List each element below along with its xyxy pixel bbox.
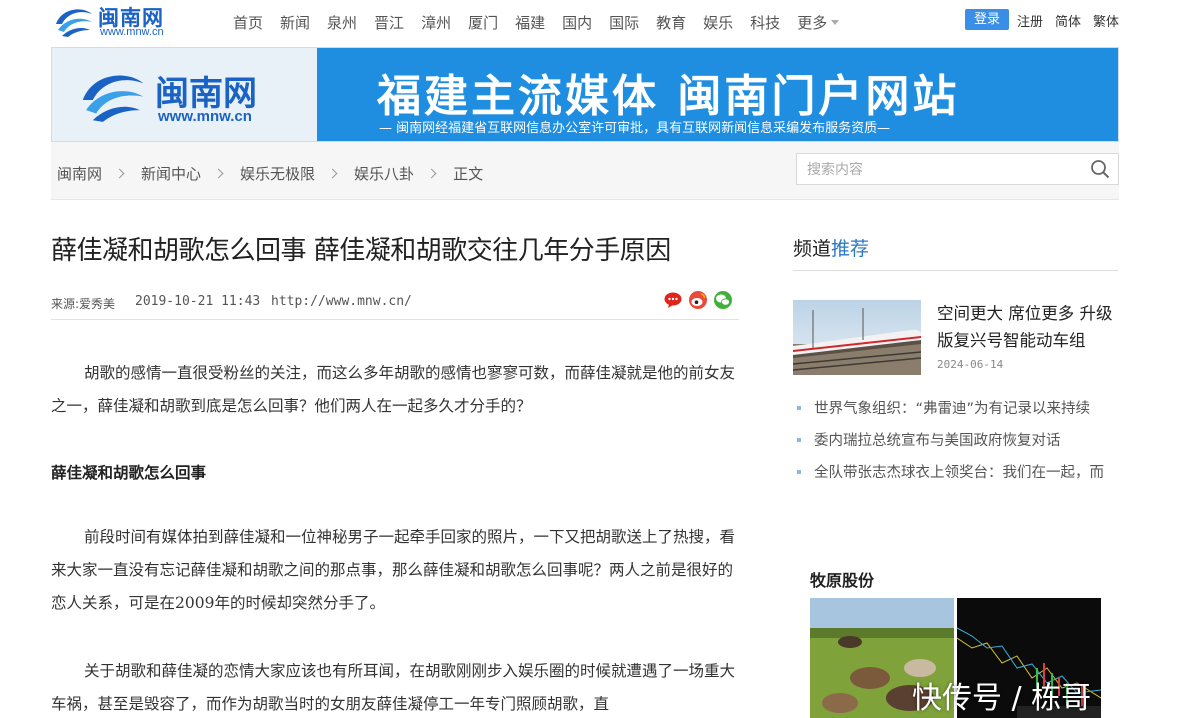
nav-item[interactable]: 更多 xyxy=(797,12,839,33)
nav-item[interactable]: 新闻 xyxy=(280,12,310,33)
featured-image[interactable] xyxy=(793,300,921,375)
search-icon[interactable] xyxy=(1090,159,1110,179)
nav-item[interactable]: 教育 xyxy=(656,12,686,33)
site-logo[interactable]: 闽南网 www.mnw.cn xyxy=(52,2,182,40)
nav-item[interactable]: 首页 xyxy=(233,12,263,33)
register-link[interactable]: 注册 xyxy=(1017,11,1043,30)
swirl-logo-icon xyxy=(82,75,144,122)
sidebar-news-list: 世界气象组织：“弗雷迪”为有记录以来持续 委内瑞拉总统宣布与美国政府恢复对话 全… xyxy=(793,393,1115,489)
login-button[interactable]: 登录 xyxy=(965,9,1009,30)
swirl-logo-icon xyxy=(56,9,92,37)
article-meta: 来源:爱秀美 2019-10-21 11:43 http://www.mnw.c… xyxy=(51,291,739,320)
sidebar-news-item[interactable]: 委内瑞拉总统宣布与美国政府恢复对话 xyxy=(793,425,1115,457)
nav-item[interactable]: 泉州 xyxy=(327,12,357,33)
wechat-icon[interactable] xyxy=(714,291,732,309)
banner: 闽南网 www.mnw.cn 福建主流媒体 闽南门户网站 — 闽南网经福建省互联… xyxy=(51,47,1119,142)
sidebar-news-item[interactable]: 世界气象组织：“弗雷迪”为有记录以来持续 xyxy=(793,393,1115,425)
breadcrumb-item[interactable]: 闽南网 xyxy=(57,163,102,184)
breadcrumb-bar: 闽南网 新闻中心 娱乐无极限 娱乐八卦 正文 xyxy=(51,142,1119,200)
nav-item[interactable]: 科技 xyxy=(750,12,780,33)
breadcrumb-item: 正文 xyxy=(453,165,484,183)
nav-item[interactable]: 国内 xyxy=(562,12,592,33)
article-title: 薛佳凝和胡歌怎么回事 薛佳凝和胡歌交往几年分手原因 xyxy=(51,236,671,266)
top-bar: 闽南网 www.mnw.cn 首页 新闻 泉州 晋江 漳州 厦门 福建 国内 国际 教育 娱乐 科技更… xyxy=(0,0,1200,44)
nav-item[interactable]: 福建 xyxy=(515,12,545,33)
weibo-icon[interactable] xyxy=(689,291,707,309)
article-url[interactable]: http://www.mnw.cn/ xyxy=(271,294,412,309)
sidebar-heading-recommend: 推荐 xyxy=(831,238,870,260)
banner-slogan-panel: 福建主流媒体 闽南门户网站 — 闽南网经福建省互联网信息办公室许可审批，具有互联… xyxy=(317,48,1118,141)
sidebar-heading-channel: 频道 xyxy=(793,238,832,260)
search-box xyxy=(796,153,1119,185)
sidebar-news-item[interactable]: 全队带张志杰球衣上领奖台：我们在一起，而 xyxy=(793,457,1115,489)
breadcrumb: 闽南网 新闻中心 娱乐无极限 娱乐八卦 正文 xyxy=(57,163,483,184)
nav-item[interactable]: 晋江 xyxy=(374,12,404,33)
search-input[interactable] xyxy=(807,160,1077,180)
sidebar-heading: 频道推荐 xyxy=(793,234,1118,271)
article-paragraph: 前段时间有媒体拍到薛佳凝和一位神秘男子一起牵手回家的照片，一下又把胡歌送上了热搜… xyxy=(51,528,736,612)
breadcrumb-item[interactable]: 新闻中心 xyxy=(141,163,201,184)
banner-slogan: 福建主流媒体 闽南门户网站 xyxy=(377,71,960,122)
breadcrumb-item[interactable]: 娱乐无极限 xyxy=(240,163,315,184)
nav-item[interactable]: 漳州 xyxy=(421,12,451,33)
traditional-link[interactable]: 繁体 xyxy=(1093,11,1119,30)
nav-item[interactable]: 厦门 xyxy=(468,12,498,33)
comment-icon[interactable] xyxy=(664,291,682,309)
nav-item[interactable]: 国际 xyxy=(609,12,639,33)
logo-en-text: www.mnw.cn xyxy=(100,26,164,38)
article-subheading: 薛佳凝和胡歌怎么回事 xyxy=(51,463,207,482)
nav-item[interactable]: 娱乐 xyxy=(703,12,733,33)
article-source: 来源:爱秀美 xyxy=(51,297,116,311)
ad-title[interactable]: 牧原股份 xyxy=(810,567,874,591)
article-paragraph: 关于胡歌和薛佳凝的恋情大家应该也有所耳闻，在胡歌刚刚步入娱乐圈的时候就遭遇了一场… xyxy=(51,662,736,713)
banner-logo-panel: 闽南网 www.mnw.cn xyxy=(52,48,317,141)
watermark-text: 快传号 / 栋哥 xyxy=(912,681,1092,716)
simplified-link[interactable]: 简体 xyxy=(1055,11,1081,30)
featured-date: 2024-06-14 xyxy=(937,358,1004,371)
article-date: 2019-10-21 11:43 xyxy=(135,294,261,309)
main-nav: 首页 新闻 泉州 晋江 漳州 厦门 福建 国内 国际 教育 娱乐 科技 更多 xyxy=(233,12,856,33)
banner-subtitle: — 闽南网经福建省互联网信息办公室许可审批，具有互联网新闻信息采编发布服务资质— xyxy=(379,121,891,136)
article-paragraph: 胡歌的感情一直很受粉丝的关注，而这么多年胡歌的感情也寥寥可数，而薛佳凝就是他的前… xyxy=(51,364,736,415)
chevron-right-icon xyxy=(114,168,125,179)
featured-title[interactable]: 空间更大 席位更多 升级版复兴号智能动车组 xyxy=(937,300,1121,354)
chevron-right-icon xyxy=(426,168,437,179)
chevron-right-icon xyxy=(213,168,224,179)
chevron-right-icon xyxy=(327,168,338,179)
banner-logo-en: www.mnw.cn xyxy=(158,108,252,125)
breadcrumb-item[interactable]: 娱乐八卦 xyxy=(354,163,414,184)
